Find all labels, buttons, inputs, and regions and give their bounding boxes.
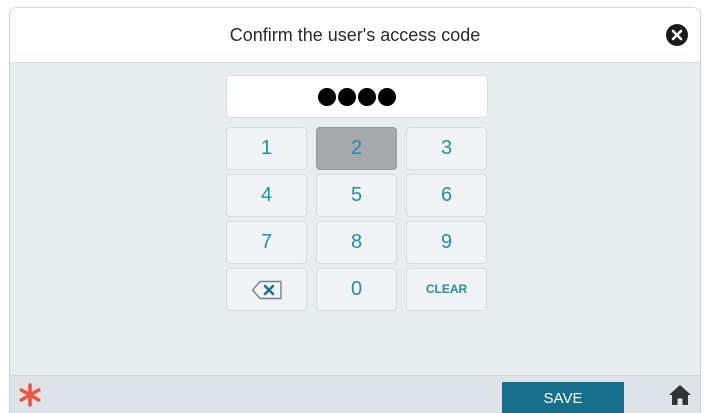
backspace-icon <box>251 280 282 300</box>
close-icon <box>671 29 683 41</box>
dialog-header: Confirm the user's access code <box>10 8 700 63</box>
key-6[interactable]: 6 <box>406 174 487 217</box>
close-button[interactable] <box>666 24 688 46</box>
key-3[interactable]: 3 <box>406 127 487 170</box>
masked-code-dots <box>317 88 397 111</box>
key-5[interactable]: 5 <box>316 174 397 217</box>
key-8[interactable]: 8 <box>316 221 397 264</box>
dialog-frame: Confirm the user's access code 1 2 3 4 5… <box>9 7 701 413</box>
key-7[interactable]: 7 <box>226 221 307 264</box>
access-code-display <box>226 75 488 118</box>
code-dot <box>378 88 396 106</box>
key-clear[interactable]: CLEAR <box>406 268 487 311</box>
save-button[interactable]: SAVE <box>502 382 624 413</box>
asterisk-icon <box>19 383 41 407</box>
key-0[interactable]: 0 <box>316 268 397 311</box>
key-backspace[interactable] <box>226 268 307 311</box>
key-9[interactable]: 9 <box>406 221 487 264</box>
key-2[interactable]: 2 <box>316 127 397 170</box>
code-dot <box>318 88 336 106</box>
key-4[interactable]: 4 <box>226 174 307 217</box>
code-dot <box>358 88 376 106</box>
key-1[interactable]: 1 <box>226 127 307 170</box>
home-icon[interactable] <box>668 384 692 406</box>
code-dot <box>338 88 356 106</box>
footer-bar: SAVE <box>10 375 700 413</box>
dialog-title: Confirm the user's access code <box>229 25 481 45</box>
